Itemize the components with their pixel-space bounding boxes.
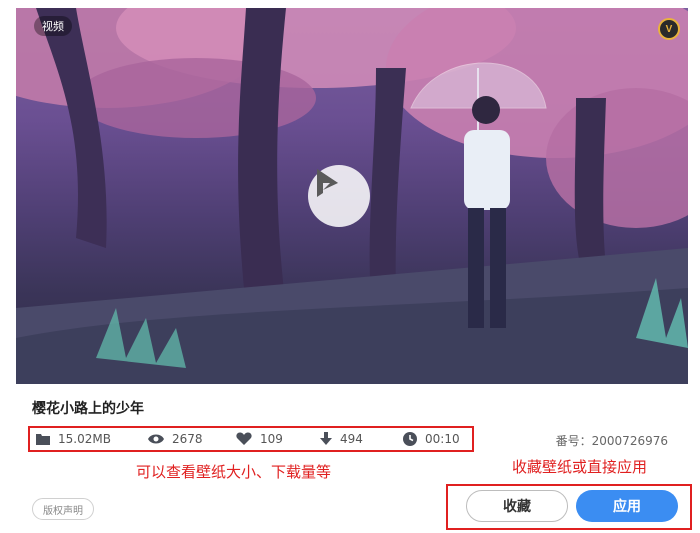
video-type-badge: 视频	[34, 16, 72, 36]
views-value: 2678	[172, 432, 203, 446]
duration-value: 00:10	[425, 432, 460, 446]
play-button[interactable]	[308, 165, 370, 227]
clock-icon	[403, 432, 417, 446]
views-stat: 2678	[148, 429, 203, 449]
annotation-stats: 可以查看壁纸大小、下载量等	[136, 463, 332, 481]
download-icon	[320, 432, 332, 445]
vip-badge: V	[658, 18, 680, 40]
apply-button[interactable]: 应用	[576, 490, 678, 522]
file-size-value: 15.02MB	[58, 432, 111, 446]
eye-icon	[148, 434, 164, 444]
likes-stat: 109	[236, 429, 283, 449]
play-icon	[317, 169, 338, 197]
heart-icon	[236, 432, 252, 445]
folder-icon	[36, 434, 50, 445]
copyright-button[interactable]: 版权声明	[32, 498, 94, 520]
wallpaper-preview[interactable]: 视频 V	[16, 8, 688, 384]
file-size-stat: 15.02MB	[36, 429, 111, 449]
serial-number: 番号：2000726976	[555, 434, 668, 448]
downloads-value: 494	[340, 432, 363, 446]
wallpaper-title: 樱花小路上的少年	[32, 401, 144, 417]
likes-value: 109	[260, 432, 283, 446]
favorite-button[interactable]: 收藏	[466, 490, 568, 522]
annotation-actions: 收藏壁纸或直接应用	[512, 458, 648, 476]
downloads-stat: 494	[320, 429, 363, 449]
duration-stat: 00:10	[403, 429, 460, 449]
